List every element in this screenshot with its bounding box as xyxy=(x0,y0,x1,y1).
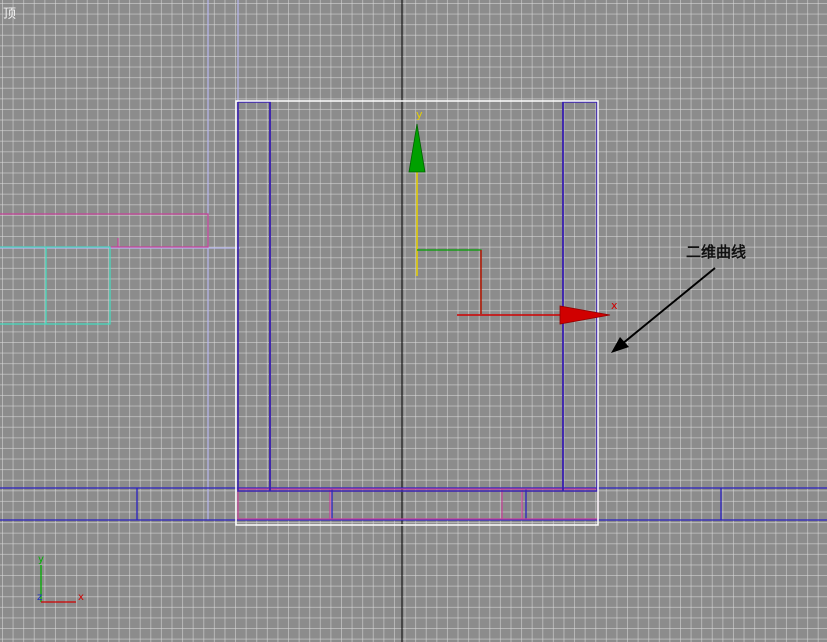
cyan-object[interactable] xyxy=(0,246,111,325)
move-gizmo[interactable]: y x xyxy=(408,108,618,325)
gizmo-x-label: x xyxy=(611,299,618,312)
tripod-z-label: z xyxy=(37,592,42,603)
axis-tripod: y z x xyxy=(37,554,84,603)
pink-rail-segment xyxy=(237,488,599,520)
gizmo-plane-handle[interactable] xyxy=(417,249,482,314)
pink-object-left[interactable] xyxy=(0,213,209,248)
viewport-scene[interactable]: y x y z x xyxy=(0,0,827,642)
viewport-label[interactable]: 顶 xyxy=(3,3,16,22)
tripod-x-label: x xyxy=(78,592,84,603)
annotation-label: 二维曲线 xyxy=(686,243,747,261)
tripod-y-label: y xyxy=(38,554,44,565)
top-viewport[interactable]: y x y z x 顶 二维曲线 xyxy=(0,0,827,642)
annotation-arrow-icon xyxy=(611,267,716,353)
gizmo-y-arrow-icon[interactable] xyxy=(408,123,426,173)
gizmo-x-arrow-icon[interactable] xyxy=(559,305,611,325)
gizmo-y-label: y xyxy=(416,108,423,121)
